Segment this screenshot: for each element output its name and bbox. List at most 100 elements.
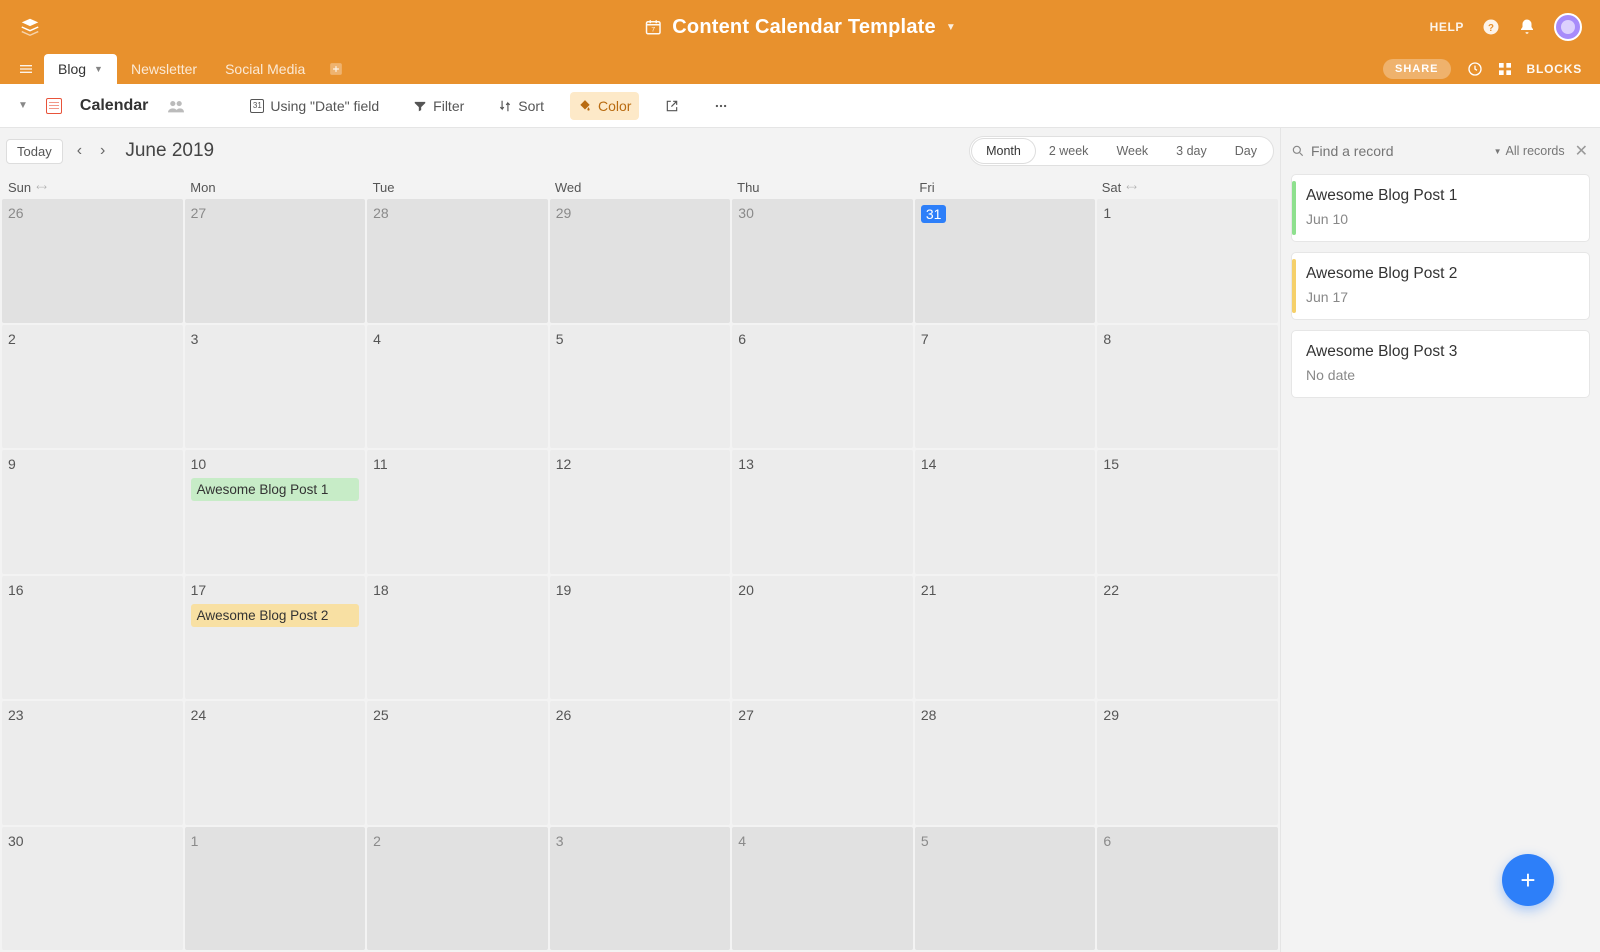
- calendar-cell[interactable]: 29: [550, 199, 731, 323]
- expand-column-icon[interactable]: ⤢: [34, 181, 47, 194]
- table-tab[interactable]: Blog▼: [44, 54, 117, 84]
- calendar-cell[interactable]: 15: [1097, 450, 1278, 574]
- record-card[interactable]: Awesome Blog Post 1Jun 10: [1291, 174, 1590, 242]
- calendar-cell[interactable]: 7: [915, 325, 1096, 449]
- filter-button[interactable]: Filter: [405, 92, 472, 120]
- expand-column-icon[interactable]: ⤢: [1125, 181, 1138, 194]
- calendar-cell[interactable]: 30: [2, 827, 183, 951]
- app-logo-icon[interactable]: [18, 15, 42, 39]
- calendar-cell[interactable]: 30: [732, 199, 913, 323]
- day-number: 12: [556, 456, 572, 472]
- calendar-cell[interactable]: 14: [915, 450, 1096, 574]
- color-label: Color: [598, 98, 631, 114]
- range-option[interactable]: 3 day: [1162, 139, 1221, 163]
- calendar-cell[interactable]: 6: [732, 325, 913, 449]
- day-number: 28: [373, 205, 389, 221]
- views-sidebar-toggle-icon[interactable]: ▼: [18, 100, 28, 111]
- record-card[interactable]: Awesome Blog Post 2Jun 17: [1291, 252, 1590, 320]
- tables-menu-icon[interactable]: [18, 61, 34, 77]
- calendar-cell[interactable]: 26: [2, 199, 183, 323]
- day-number: 22: [1103, 582, 1119, 598]
- calendar-cell[interactable]: 1: [1097, 199, 1278, 323]
- collaborators-icon[interactable]: [166, 98, 186, 114]
- calendar-cell[interactable]: 20: [732, 576, 913, 700]
- help-label[interactable]: HELP: [1430, 20, 1464, 34]
- calendar-cell[interactable]: 3: [550, 827, 731, 951]
- day-number: 14: [921, 456, 937, 472]
- range-option[interactable]: Day: [1221, 139, 1271, 163]
- share-view-icon: [665, 99, 679, 113]
- calendar-event[interactable]: Awesome Blog Post 2: [191, 604, 360, 627]
- calendar-cell[interactable]: 1: [185, 827, 366, 951]
- record-title: Awesome Blog Post 3: [1306, 343, 1575, 361]
- day-number: 23: [8, 707, 24, 723]
- calendar-cell[interactable]: 2: [2, 325, 183, 449]
- record-date: No date: [1306, 367, 1575, 383]
- sort-button[interactable]: Sort: [490, 92, 552, 120]
- calendar-cell[interactable]: 2: [367, 827, 548, 951]
- calendar-cell[interactable]: 4: [367, 325, 548, 449]
- calendar-cell[interactable]: 5: [915, 827, 1096, 951]
- calendar-cell[interactable]: 19: [550, 576, 731, 700]
- calendar-cell[interactable]: 13: [732, 450, 913, 574]
- calendar-cell[interactable]: 12: [550, 450, 731, 574]
- notifications-icon[interactable]: [1518, 18, 1536, 36]
- add-table-icon[interactable]: [329, 62, 343, 76]
- calendar-cell[interactable]: 25: [367, 701, 548, 825]
- calendar-cell[interactable]: 29: [1097, 701, 1278, 825]
- calendar-cell[interactable]: 26: [550, 701, 731, 825]
- records-filter-dropdown[interactable]: ▼ All records: [1494, 144, 1565, 158]
- date-field-button[interactable]: 31 Using "Date" field: [242, 92, 387, 120]
- base-title-dropdown-icon[interactable]: ▼: [946, 22, 956, 33]
- calendar-cell[interactable]: 22: [1097, 576, 1278, 700]
- calendar-cell[interactable]: 21: [915, 576, 1096, 700]
- day-number: 19: [556, 582, 572, 598]
- today-button[interactable]: Today: [6, 139, 63, 164]
- record-search-input[interactable]: [1311, 143, 1486, 159]
- range-option[interactable]: Week: [1102, 139, 1162, 163]
- history-icon[interactable]: [1467, 61, 1483, 77]
- tab-dropdown-icon[interactable]: ▼: [94, 64, 103, 74]
- close-sidepanel-icon[interactable]: ✕: [1573, 141, 1590, 161]
- table-tab[interactable]: Newsletter: [117, 54, 211, 84]
- calendar-cell[interactable]: 16: [2, 576, 183, 700]
- calendar-cell[interactable]: 28: [367, 199, 548, 323]
- range-option[interactable]: 2 week: [1035, 139, 1103, 163]
- calendar-cell[interactable]: 17Awesome Blog Post 2: [185, 576, 366, 700]
- color-button[interactable]: Color: [570, 92, 639, 120]
- calendar-event[interactable]: Awesome Blog Post 1: [191, 478, 360, 501]
- calendar-cell[interactable]: 27: [185, 199, 366, 323]
- share-view-button[interactable]: [657, 93, 687, 119]
- calendar-cell[interactable]: 11: [367, 450, 548, 574]
- share-button[interactable]: SHARE: [1383, 59, 1451, 79]
- calendar-cell[interactable]: 4: [732, 827, 913, 951]
- record-card[interactable]: Awesome Blog Post 3 No date: [1291, 330, 1590, 398]
- next-month-icon[interactable]: ›: [96, 138, 109, 164]
- help-icon[interactable]: ?: [1482, 18, 1500, 36]
- calendar-cell[interactable]: 10Awesome Blog Post 1: [185, 450, 366, 574]
- prev-month-icon[interactable]: ‹: [73, 138, 86, 164]
- blocks-icon[interactable]: [1497, 61, 1513, 77]
- calendar-cell[interactable]: 18: [367, 576, 548, 700]
- calendar-cell[interactable]: 28: [915, 701, 1096, 825]
- view-name[interactable]: Calendar: [80, 97, 148, 115]
- calendar-cell[interactable]: 23: [2, 701, 183, 825]
- more-options-button[interactable]: [705, 93, 737, 119]
- calendar-cell[interactable]: 8: [1097, 325, 1278, 449]
- weekday-header: Tue: [367, 174, 549, 199]
- record-search[interactable]: [1291, 143, 1486, 159]
- range-option[interactable]: Month: [972, 139, 1035, 163]
- calendar-cell[interactable]: 9: [2, 450, 183, 574]
- add-record-fab[interactable]: +: [1502, 854, 1554, 906]
- calendar-cell[interactable]: 5: [550, 325, 731, 449]
- calendar-cell[interactable]: 31: [915, 199, 1096, 323]
- table-tab[interactable]: Social Media: [211, 54, 319, 84]
- base-title[interactable]: Content Calendar Template: [672, 16, 936, 39]
- calendar-cell[interactable]: 6: [1097, 827, 1278, 951]
- calendar-cell[interactable]: 27: [732, 701, 913, 825]
- blocks-label[interactable]: BLOCKS: [1527, 62, 1582, 76]
- calendar-cell[interactable]: 24: [185, 701, 366, 825]
- sort-icon: [498, 99, 512, 113]
- user-avatar[interactable]: [1554, 13, 1582, 41]
- calendar-cell[interactable]: 3: [185, 325, 366, 449]
